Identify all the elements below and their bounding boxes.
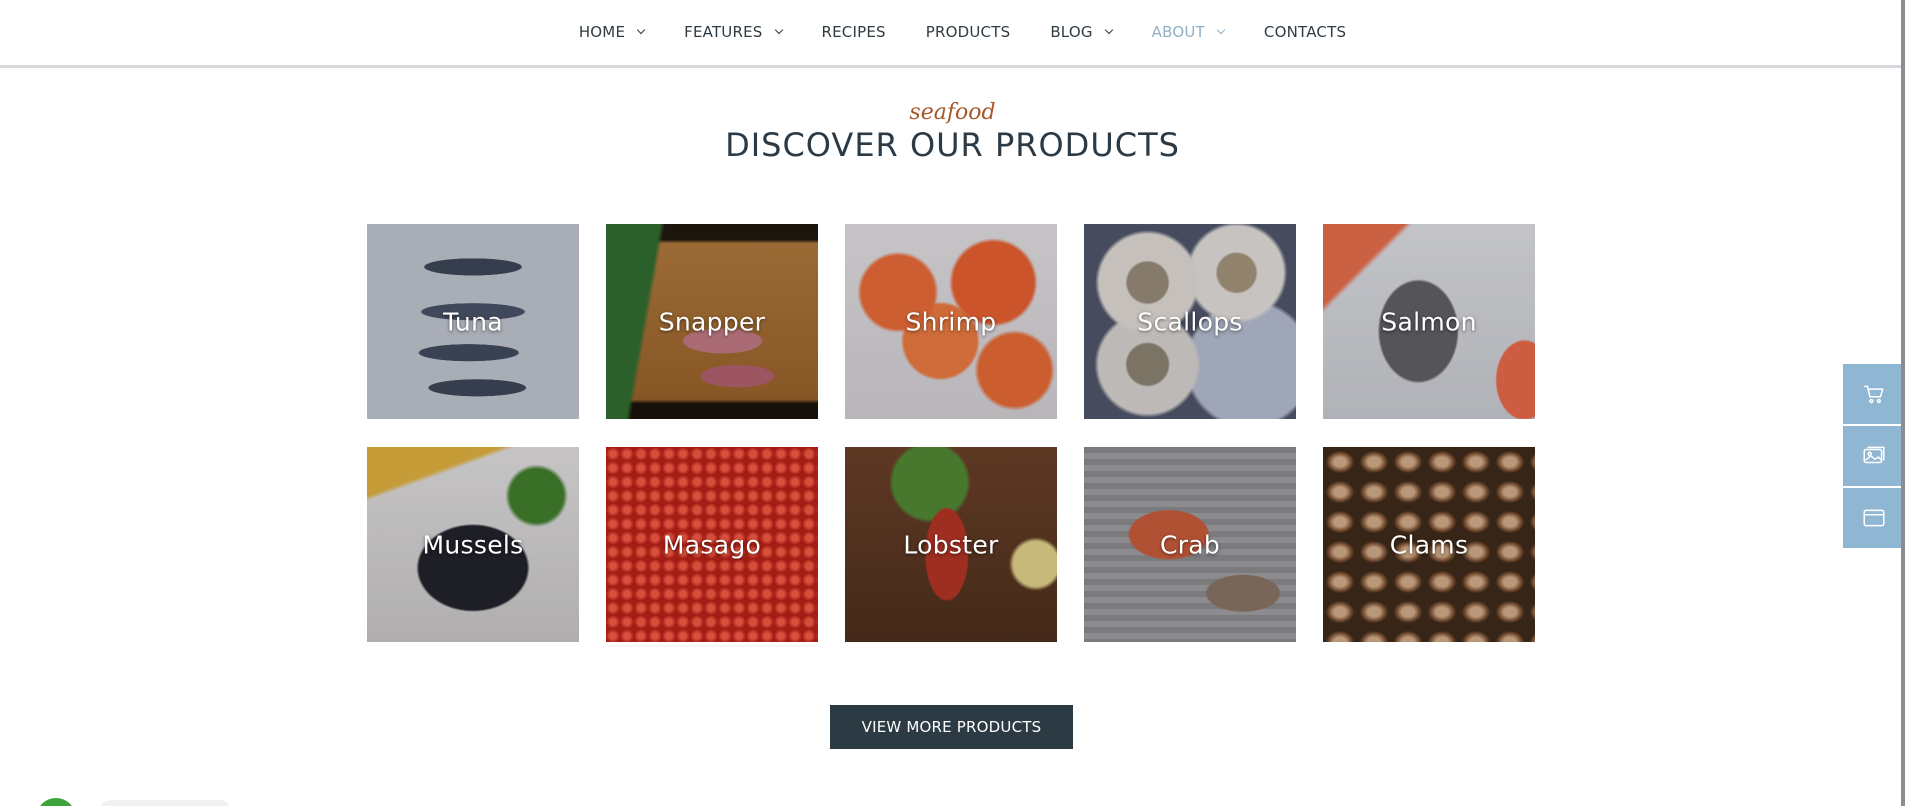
chevron-down-icon	[636, 25, 646, 34]
nav-item-label: CONTACTS	[1263, 22, 1347, 41]
nav-item-home[interactable]: HOME	[578, 22, 646, 41]
product-card-snapper[interactable]: Snapper	[606, 224, 818, 419]
nav-item-label: RECIPES	[821, 22, 886, 41]
chevron-down-icon	[1104, 25, 1113, 34]
chevron-down-icon	[1216, 25, 1226, 34]
nav-item-about[interactable]: ABOUT	[1151, 22, 1226, 41]
chat-widget-label	[100, 800, 230, 806]
chat-widget-icon[interactable]	[36, 798, 76, 806]
product-name: Crab	[1159, 530, 1221, 559]
gallery-button[interactable]	[1843, 426, 1905, 486]
browser-window-icon	[1863, 509, 1885, 527]
product-name: Clams	[1389, 530, 1469, 559]
gallery-icon	[1863, 446, 1885, 464]
nav-item-label: ABOUT	[1151, 22, 1205, 41]
product-card-mussels[interactable]: Mussels	[367, 447, 579, 642]
product-name: Masago	[662, 530, 762, 559]
product-name: Snapper	[658, 307, 766, 336]
view-more-products-button[interactable]: VIEW MORE PRODUCTS	[830, 705, 1073, 749]
nav-item-blog[interactable]: BLOG	[1050, 22, 1113, 41]
product-card-lobster[interactable]: Lobster	[845, 447, 1057, 642]
nav-menu: HOME FEATURES RECIPES PRODUCTS BLOG ABOU…	[559, 23, 1366, 41]
cart-icon	[1864, 385, 1884, 404]
product-card-shrimp[interactable]: Shrimp	[845, 224, 1057, 419]
window-button[interactable]	[1843, 488, 1905, 548]
nav-item-recipes[interactable]: RECIPES	[822, 23, 886, 41]
product-name: Mussels	[422, 530, 524, 559]
nav-item-label: BLOG	[1050, 22, 1093, 41]
page-edge-divider	[1901, 0, 1905, 806]
section-title: DISCOVER OUR PRODUCTS	[725, 126, 1180, 164]
nav-item-features[interactable]: FEATURES	[684, 22, 783, 41]
cart-button[interactable]	[1843, 364, 1905, 424]
product-card-salmon[interactable]: Salmon	[1323, 224, 1535, 419]
nav-item-contacts[interactable]: CONTACTS	[1264, 23, 1346, 41]
top-navigation: HOME FEATURES RECIPES PRODUCTS BLOG ABOU…	[0, 0, 1905, 68]
nav-item-products[interactable]: PRODUCTS	[926, 23, 1011, 41]
product-name: Salmon	[1381, 307, 1477, 336]
nav-item-label: PRODUCTS	[925, 22, 1011, 41]
section-kicker: seafood	[909, 100, 996, 125]
product-name: Scallops	[1137, 307, 1243, 336]
nav-item-label: FEATURES	[684, 22, 763, 41]
product-name: Lobster	[903, 530, 999, 559]
product-card-scallops[interactable]: Scallops	[1084, 224, 1296, 419]
side-panel	[1843, 364, 1905, 548]
product-grid: Tuna Snapper Shrimp Scallops Salmon Muss…	[367, 224, 1535, 642]
product-card-tuna[interactable]: Tuna	[367, 224, 579, 419]
product-card-masago[interactable]: Masago	[606, 447, 818, 642]
product-name: Tuna	[443, 307, 503, 336]
nav-item-label: HOME	[578, 22, 626, 41]
product-name: Shrimp	[905, 307, 997, 336]
product-card-clams[interactable]: Clams	[1323, 447, 1535, 642]
product-card-crab[interactable]: Crab	[1084, 447, 1296, 642]
chevron-down-icon	[774, 25, 783, 34]
